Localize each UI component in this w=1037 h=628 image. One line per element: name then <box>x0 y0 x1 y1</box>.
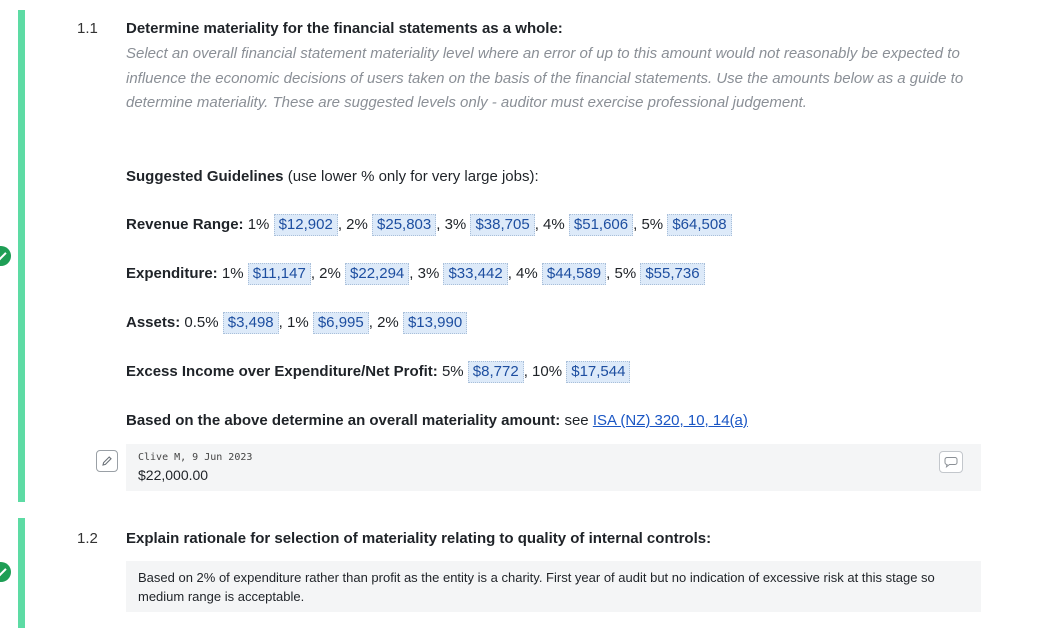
comment-button[interactable] <box>939 451 963 473</box>
answer-meta: Clive M, 9 Jun 2023 <box>138 452 253 463</box>
answer-box[interactable]: Based on 2% of expenditure rather than p… <box>126 561 981 612</box>
amount-chip: $12,902 <box>273 214 338 236</box>
guidelines-heading-line: Suggested Guidelines (use lower % only f… <box>126 166 539 188</box>
pct-label: 5% <box>641 216 664 233</box>
question-number: 1.2 <box>77 530 98 547</box>
amount-chip: $11,147 <box>247 263 311 285</box>
pct-label: 10% <box>532 363 563 380</box>
amount-chip: $33,442 <box>443 263 508 285</box>
question-number: 1.1 <box>77 20 98 37</box>
based-on-line: Based on the above determine an overall … <box>126 410 748 432</box>
question-description: Select an overall financial statement ma… <box>126 45 964 111</box>
pct-label: 2% <box>377 314 399 331</box>
see-text: see <box>564 412 589 429</box>
question-title: Determine materiality for the financial … <box>126 20 563 37</box>
pct-label: 2% <box>319 265 341 282</box>
net-profit-line: Excess Income over Expenditure/Net Profi… <box>126 361 631 383</box>
based-on-label: Based on the above determine an overall … <box>126 412 561 429</box>
assets-line: Assets: 0.5% $3,498, 1% $6,995, 2% $13,9… <box>126 312 468 334</box>
pct-label: 4% <box>516 265 538 282</box>
answer-box[interactable]: Clive M, 9 Jun 2023 $22,000.00 <box>126 444 981 491</box>
pct-label: 1% <box>247 216 270 233</box>
isa-reference-link[interactable]: ISA (NZ) 320, 10, 14(a) <box>593 412 748 429</box>
comment-icon <box>944 457 958 468</box>
amount-chip: $8,772 <box>467 361 524 383</box>
expenditure-label: Expenditure: <box>126 265 218 282</box>
pct-label: 5% <box>614 265 637 282</box>
check-circle-icon <box>0 246 11 266</box>
question-title: Explain rationale for selection of mater… <box>126 530 712 547</box>
pct-label: 0.5% <box>184 314 219 331</box>
revenue-label: Revenue Range: <box>126 216 244 233</box>
amount-chip: $13,990 <box>402 312 468 334</box>
amount-chip: $38,705 <box>470 214 535 236</box>
pct-label: 1% <box>286 314 309 331</box>
edit-button[interactable] <box>96 450 118 472</box>
amount-chip: $64,508 <box>667 214 732 236</box>
revenue-range-line: Revenue Range: 1% $12,902, 2% $25,803, 3… <box>126 214 732 236</box>
amount-chip: $51,606 <box>568 214 634 236</box>
check-circle-icon <box>0 562 11 582</box>
guidelines-heading: Suggested Guidelines <box>126 168 284 185</box>
guidelines-note: (use lower % only for very large jobs): <box>287 168 539 185</box>
answer-value: $22,000.00 <box>138 467 209 483</box>
amount-chip: $55,736 <box>640 263 705 285</box>
pencil-icon <box>102 456 112 466</box>
section-accent-bar <box>18 518 25 628</box>
pct-label: 5% <box>441 363 464 380</box>
amount-chip: $25,803 <box>372 214 437 236</box>
expenditure-line: Expenditure: 1% $11,147, 2% $22,294, 3% … <box>126 263 705 285</box>
pct-label: 2% <box>346 216 368 233</box>
section-accent-bar <box>18 10 25 502</box>
assets-label: Assets: <box>126 314 181 331</box>
amount-chip: $6,995 <box>312 312 369 334</box>
amount-chip: $44,589 <box>541 263 607 285</box>
amount-chip: $17,544 <box>566 361 631 383</box>
pct-label: 4% <box>543 216 565 233</box>
net-profit-label: Excess Income over Expenditure/Net Profi… <box>126 363 438 380</box>
amount-chip: $3,498 <box>222 312 279 334</box>
amount-chip: $22,294 <box>345 263 410 285</box>
answer-text: Based on 2% of expenditure rather than p… <box>138 570 935 604</box>
pct-label: 3% <box>444 216 467 233</box>
pct-label: 1% <box>221 265 244 282</box>
pct-label: 3% <box>417 265 440 282</box>
